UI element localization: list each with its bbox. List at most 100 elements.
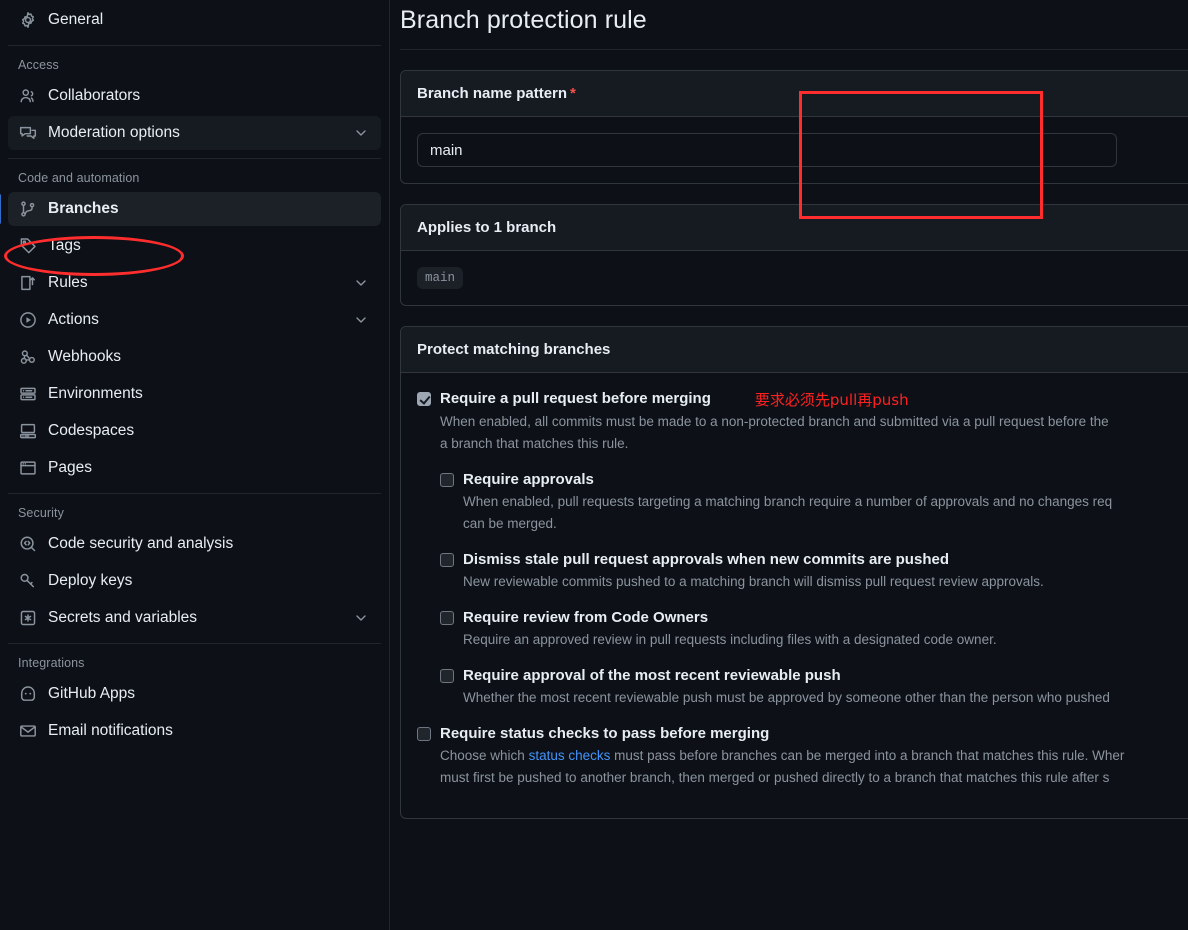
option-row: Dismiss stale pull request approvals whe… xyxy=(440,550,1188,570)
branch-name-pattern-body xyxy=(401,117,1188,183)
sidebar-divider xyxy=(8,643,381,644)
main-content: Branch protection rule Branch name patte… xyxy=(390,0,1188,930)
protect-matching-branches-card: Protect matching branches Require a pull… xyxy=(400,326,1188,819)
option-description: When enabled, pull requests targeting a … xyxy=(463,494,1113,509)
sidebar-divider xyxy=(8,158,381,159)
codespaces-icon xyxy=(18,421,38,441)
sidebar-item-deploy-keys[interactable]: Deploy keys xyxy=(8,564,381,598)
sidebar-item-codespaces[interactable]: Codespaces xyxy=(8,414,381,448)
option-description: When enabled, all commits must be made t… xyxy=(440,414,1109,429)
required-marker: * xyxy=(570,85,576,102)
sidebar-group-title: Code and automation xyxy=(18,171,140,185)
option-row: Require approval of the most recent revi… xyxy=(440,666,1188,686)
option-title: Require review from Code Owners xyxy=(463,609,709,626)
sidebar-item-github-apps[interactable]: GitHub Apps xyxy=(8,677,381,711)
sidebar-group-title: Integrations xyxy=(18,656,85,670)
sidebar-item-rules[interactable]: Rules xyxy=(8,266,381,300)
sidebar-item-label: Moderation options xyxy=(48,124,180,141)
rules-icon xyxy=(18,273,38,293)
sidebar-item-moderation-options[interactable]: Moderation options xyxy=(8,116,381,150)
sidebar-item-label: Codespaces xyxy=(48,422,135,439)
key-icon xyxy=(18,571,38,591)
option-row: Require status checks to pass before mer… xyxy=(417,724,1188,744)
protect-matching-branches-body: Require a pull request before merging 要求必… xyxy=(401,373,1188,818)
applies-to-body: main xyxy=(401,251,1188,305)
sub-options: Require approvals When enabled, pull requ… xyxy=(440,470,1188,708)
tag-icon xyxy=(18,236,38,256)
sidebar-item-label: General xyxy=(48,11,104,28)
option-require-approval-most-recent-reviewable-push: Require approval of the most recent revi… xyxy=(440,666,1188,708)
settings-page: General Access Collaborators Moderation opt… xyxy=(0,0,1188,930)
option-description-line2: must first be pushed to another branch, … xyxy=(440,770,1110,785)
page-title: Branch protection rule xyxy=(400,6,647,34)
sidebar-divider xyxy=(8,45,381,46)
comment-discussion-icon xyxy=(18,123,38,143)
chevron-down-icon[interactable] xyxy=(353,610,369,626)
checkbox-require-approval-most-recent-reviewable-push[interactable] xyxy=(440,669,454,683)
chevron-down-icon[interactable] xyxy=(353,275,369,291)
sidebar-divider xyxy=(8,493,381,494)
sidebar-item-actions[interactable]: Actions xyxy=(8,303,381,337)
sidebar-item-webhooks[interactable]: Webhooks xyxy=(8,340,381,374)
gear-icon xyxy=(18,10,38,30)
sidebar-item-label: Deploy keys xyxy=(48,572,133,589)
option-require-approvals: Require approvals When enabled, pull requ… xyxy=(440,470,1188,534)
apps-icon xyxy=(18,684,38,704)
codescan-icon xyxy=(18,534,38,554)
branch-name-pattern-input[interactable] xyxy=(417,133,1117,167)
sidebar-item-label: Pages xyxy=(48,459,92,476)
sidebar-item-label: Webhooks xyxy=(48,348,121,365)
sidebar-item-tags[interactable]: Tags xyxy=(8,229,381,263)
sidebar-item-label: Code security and analysis xyxy=(48,535,234,552)
branch-chip[interactable]: main xyxy=(417,267,464,289)
chevron-down-icon[interactable] xyxy=(353,125,369,141)
checkbox-require-pull-request-before-merging[interactable] xyxy=(417,392,431,406)
sidebar-item-secrets-and-variables[interactable]: Secrets and variables xyxy=(8,601,381,635)
title-divider xyxy=(400,49,1188,50)
settings-sidebar: General Access Collaborators Moderation opt… xyxy=(0,0,390,930)
option-require-pull-request-before-merging: Require a pull request before merging 要求必… xyxy=(417,389,1188,708)
option-require-status-checks-to-pass: Require status checks to pass before mer… xyxy=(417,724,1188,788)
asterisk-key-icon xyxy=(18,608,38,628)
sidebar-item-label: Actions xyxy=(48,311,99,328)
sidebar-group-title: Access xyxy=(18,58,59,72)
option-row: Require approvals xyxy=(440,470,1188,490)
checkbox-dismiss-stale-pull-request-approvals[interactable] xyxy=(440,553,454,567)
branch-name-pattern-header: Branch name pattern * xyxy=(401,71,1188,117)
git-branch-icon xyxy=(18,199,38,219)
protect-matching-branches-header: Protect matching branches xyxy=(401,327,1188,373)
option-title: Require status checks to pass before mer… xyxy=(440,725,770,742)
sidebar-item-pages[interactable]: Pages xyxy=(8,451,381,485)
checkbox-require-review-from-code-owners[interactable] xyxy=(440,611,454,625)
sidebar-item-label: Branches xyxy=(48,200,119,217)
chevron-down-icon[interactable] xyxy=(353,312,369,328)
option-row: Require a pull request before merging 要求必… xyxy=(417,389,1188,410)
option-description-line2: can be merged. xyxy=(463,516,557,531)
mail-icon xyxy=(18,721,38,741)
sidebar-item-label: Tags xyxy=(48,237,81,254)
sidebar-item-label: GitHub Apps xyxy=(48,685,136,702)
option-description: Choose which status checks must pass bef… xyxy=(440,748,1125,763)
option-require-review-from-code-owners: Require review from Code Owners Require a… xyxy=(440,608,1188,650)
sidebar-item-branches[interactable]: Branches xyxy=(0,192,381,226)
status-checks-link[interactable]: status checks xyxy=(529,748,611,763)
option-dismiss-stale-pull-request-approvals: Dismiss stale pull request approvals whe… xyxy=(440,550,1188,592)
sidebar-item-label: Secrets and variables xyxy=(48,609,198,626)
sidebar-item-environments[interactable]: Environments xyxy=(8,377,381,411)
sidebar-item-label: Rules xyxy=(48,274,88,291)
sidebar-item-code-security-and-analysis[interactable]: Code security and analysis xyxy=(8,527,381,561)
branch-name-pattern-card: Branch name pattern * xyxy=(400,70,1188,184)
branch-name-pattern-label: Branch name pattern xyxy=(417,85,568,102)
people-icon xyxy=(18,86,38,106)
sidebar-item-general[interactable]: General xyxy=(8,3,381,37)
webhook-icon xyxy=(18,347,38,367)
sidebar-item-email-notifications[interactable]: Email notifications xyxy=(8,714,381,748)
option-title: Require approvals xyxy=(463,471,594,488)
applies-to-header: Applies to 1 branch xyxy=(401,205,1188,251)
checkbox-require-status-checks-to-pass[interactable] xyxy=(417,727,431,741)
checkbox-require-approvals[interactable] xyxy=(440,473,454,487)
sidebar-item-label: Email notifications xyxy=(48,722,173,739)
option-description: Require an approved review in pull reque… xyxy=(463,632,997,647)
sidebar-item-collaborators[interactable]: Collaborators xyxy=(8,79,381,113)
sidebar-item-label: Collaborators xyxy=(48,87,141,104)
